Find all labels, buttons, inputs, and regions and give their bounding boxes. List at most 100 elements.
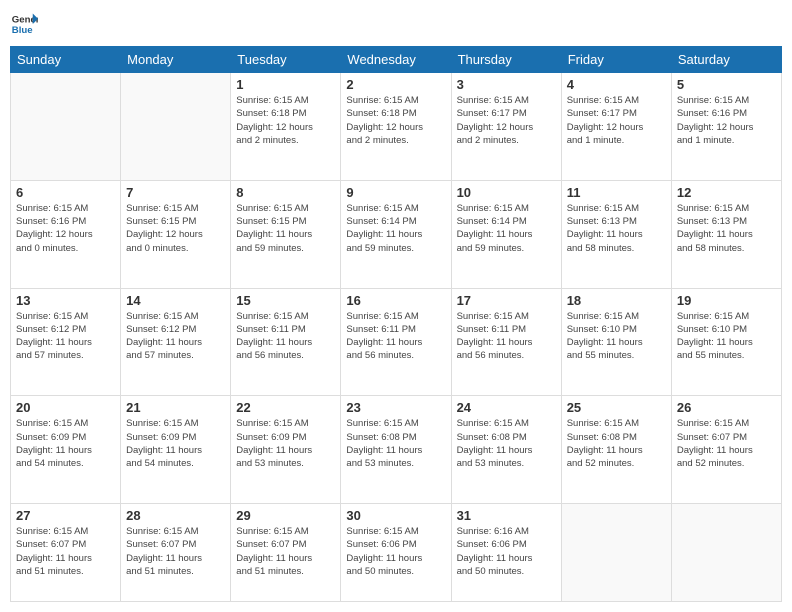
day-number: 27 <box>16 508 115 523</box>
day-number: 11 <box>567 185 666 200</box>
day-number: 18 <box>567 293 666 308</box>
day-number: 25 <box>567 400 666 415</box>
day-info: Sunrise: 6:15 AMSunset: 6:15 PMDaylight:… <box>236 202 335 255</box>
day-number: 7 <box>126 185 225 200</box>
calendar-cell: 14 Sunrise: 6:15 AMSunset: 6:12 PMDayligh… <box>121 288 231 396</box>
day-info: Sunrise: 6:15 AMSunset: 6:06 PMDaylight:… <box>346 525 445 578</box>
day-number: 8 <box>236 185 335 200</box>
calendar-cell: 13 Sunrise: 6:15 AMSunset: 6:12 PMDayligh… <box>11 288 121 396</box>
calendar-cell: 28 Sunrise: 6:15 AMSunset: 6:07 PMDayligh… <box>121 504 231 602</box>
day-number: 2 <box>346 77 445 92</box>
day-info: Sunrise: 6:15 AMSunset: 6:14 PMDaylight:… <box>346 202 445 255</box>
calendar-cell: 5 Sunrise: 6:15 AMSunset: 6:16 PMDaylight… <box>671 73 781 181</box>
weekday-header-tuesday: Tuesday <box>231 47 341 73</box>
svg-text:Blue: Blue <box>12 25 33 36</box>
calendar-cell: 2 Sunrise: 6:15 AMSunset: 6:18 PMDaylight… <box>341 73 451 181</box>
weekday-header-sunday: Sunday <box>11 47 121 73</box>
day-number: 20 <box>16 400 115 415</box>
day-number: 31 <box>457 508 556 523</box>
day-info: Sunrise: 6:15 AMSunset: 6:15 PMDaylight:… <box>126 202 225 255</box>
calendar-cell: 21 Sunrise: 6:15 AMSunset: 6:09 PMDayligh… <box>121 396 231 504</box>
calendar-cell: 26Sunrise: 6:15 AMSunset: 6:07 PMDayligh… <box>671 396 781 504</box>
day-info: Sunrise: 6:15 AMSunset: 6:10 PMDaylight:… <box>567 310 666 363</box>
calendar-cell: 20Sunrise: 6:15 AMSunset: 6:09 PMDayligh… <box>11 396 121 504</box>
calendar-cell: 27 Sunrise: 6:15 AMSunset: 6:07 PMDayligh… <box>11 504 121 602</box>
page-header: General Blue <box>10 10 782 38</box>
calendar-cell: 8 Sunrise: 6:15 AMSunset: 6:15 PMDaylight… <box>231 180 341 288</box>
calendar-week-5: 27 Sunrise: 6:15 AMSunset: 6:07 PMDayligh… <box>11 504 782 602</box>
day-info: Sunrise: 6:15 AMSunset: 6:10 PMDaylight:… <box>677 310 776 363</box>
day-info: Sunrise: 6:15 AMSunset: 6:07 PMDaylight:… <box>126 525 225 578</box>
calendar-week-4: 20 Sunrise: 6:15 AMSunset: 6:09 PMDayligh… <box>11 396 782 504</box>
day-number: 5 <box>677 77 776 92</box>
day-info: Sunrise: 6:15 AMSunset: 6:12 PMDaylight:… <box>16 310 115 363</box>
day-number: 3 <box>457 77 556 92</box>
day-info: Sunrise: 6:15 AMSunset: 6:08 PMDaylight:… <box>457 417 556 470</box>
calendar-week-1: 1Sunrise: 6:15 AMSunset: 6:18 PMDaylight… <box>11 73 782 181</box>
calendar-cell: 9Sunrise: 6:15 AMSunset: 6:14 PMDaylight… <box>341 180 451 288</box>
day-info: Sunrise: 6:15 AMSunset: 6:08 PMDaylight:… <box>567 417 666 470</box>
day-number: 28 <box>126 508 225 523</box>
day-info: Sunrise: 6:15 AMSunset: 6:07 PMDaylight:… <box>16 525 115 578</box>
weekday-header-monday: Monday <box>121 47 231 73</box>
calendar-cell <box>561 504 671 602</box>
day-number: 19 <box>677 293 776 308</box>
calendar-cell: 31Sunrise: 6:16 AMSunset: 6:06 PMDayligh… <box>451 504 561 602</box>
calendar-cell: 29 Sunrise: 6:15 AMSunset: 6:07 PMDayligh… <box>231 504 341 602</box>
day-number: 4 <box>567 77 666 92</box>
calendar-cell: 3 Sunrise: 6:15 AMSunset: 6:17 PMDaylight… <box>451 73 561 181</box>
day-number: 30 <box>346 508 445 523</box>
day-info: Sunrise: 6:15 AMSunset: 6:16 PMDaylight:… <box>16 202 115 255</box>
weekday-header-thursday: Thursday <box>451 47 561 73</box>
day-number: 13 <box>16 293 115 308</box>
calendar-cell: 17Sunrise: 6:15 AMSunset: 6:11 PMDayligh… <box>451 288 561 396</box>
day-info: Sunrise: 6:15 AMSunset: 6:13 PMDaylight:… <box>567 202 666 255</box>
calendar-cell: 23Sunrise: 6:15 AMSunset: 6:08 PMDayligh… <box>341 396 451 504</box>
day-info: Sunrise: 6:15 AMSunset: 6:09 PMDaylight:… <box>126 417 225 470</box>
calendar-week-2: 6 Sunrise: 6:15 AMSunset: 6:16 PMDaylight… <box>11 180 782 288</box>
calendar-cell: 24 Sunrise: 6:15 AMSunset: 6:08 PMDayligh… <box>451 396 561 504</box>
calendar-cell: 25 Sunrise: 6:15 AMSunset: 6:08 PMDayligh… <box>561 396 671 504</box>
calendar-cell: 4Sunrise: 6:15 AMSunset: 6:17 PMDaylight… <box>561 73 671 181</box>
day-info: Sunrise: 6:15 AMSunset: 6:16 PMDaylight:… <box>677 94 776 147</box>
day-number: 10 <box>457 185 556 200</box>
day-info: Sunrise: 6:15 AMSunset: 6:08 PMDaylight:… <box>346 417 445 470</box>
calendar-cell: 22 Sunrise: 6:15 AMSunset: 6:09 PMDayligh… <box>231 396 341 504</box>
weekday-header-row: SundayMondayTuesdayWednesdayThursdayFrid… <box>11 47 782 73</box>
calendar-cell <box>121 73 231 181</box>
day-info: Sunrise: 6:15 AMSunset: 6:11 PMDaylight:… <box>236 310 335 363</box>
day-info: Sunrise: 6:15 AMSunset: 6:13 PMDaylight:… <box>677 202 776 255</box>
day-number: 17 <box>457 293 556 308</box>
day-number: 6 <box>16 185 115 200</box>
weekday-header-wednesday: Wednesday <box>341 47 451 73</box>
day-info: Sunrise: 6:15 AMSunset: 6:09 PMDaylight:… <box>236 417 335 470</box>
calendar-cell: 18 Sunrise: 6:15 AMSunset: 6:10 PMDayligh… <box>561 288 671 396</box>
day-number: 16 <box>346 293 445 308</box>
calendar-cell: 1Sunrise: 6:15 AMSunset: 6:18 PMDaylight… <box>231 73 341 181</box>
day-info: Sunrise: 6:15 AMSunset: 6:14 PMDaylight:… <box>457 202 556 255</box>
day-number: 22 <box>236 400 335 415</box>
weekday-header-friday: Friday <box>561 47 671 73</box>
calendar-cell: 15 Sunrise: 6:15 AMSunset: 6:11 PMDayligh… <box>231 288 341 396</box>
calendar-cell <box>11 73 121 181</box>
page-container: General Blue SundayMondayTuesdayWednesda… <box>0 0 792 612</box>
calendar-cell: 19 Sunrise: 6:15 AMSunset: 6:10 PMDayligh… <box>671 288 781 396</box>
weekday-header-saturday: Saturday <box>671 47 781 73</box>
day-info: Sunrise: 6:15 AMSunset: 6:12 PMDaylight:… <box>126 310 225 363</box>
day-number: 14 <box>126 293 225 308</box>
logo-icon: General Blue <box>10 10 38 38</box>
day-number: 21 <box>126 400 225 415</box>
day-info: Sunrise: 6:15 AMSunset: 6:07 PMDaylight:… <box>236 525 335 578</box>
day-number: 12 <box>677 185 776 200</box>
day-number: 29 <box>236 508 335 523</box>
calendar-cell: 16 Sunrise: 6:15 AMSunset: 6:11 PMDayligh… <box>341 288 451 396</box>
day-info: Sunrise: 6:15 AMSunset: 6:11 PMDaylight:… <box>346 310 445 363</box>
calendar-cell: 30 Sunrise: 6:15 AMSunset: 6:06 PMDayligh… <box>341 504 451 602</box>
day-number: 15 <box>236 293 335 308</box>
calendar-week-3: 13 Sunrise: 6:15 AMSunset: 6:12 PMDayligh… <box>11 288 782 396</box>
day-number: 24 <box>457 400 556 415</box>
day-info: Sunrise: 6:15 AMSunset: 6:07 PMDaylight:… <box>677 417 776 470</box>
day-info: Sunrise: 6:15 AMSunset: 6:18 PMDaylight:… <box>346 94 445 147</box>
day-info: Sunrise: 6:15 AMSunset: 6:17 PMDaylight:… <box>457 94 556 147</box>
day-info: Sunrise: 6:15 AMSunset: 6:18 PMDaylight:… <box>236 94 335 147</box>
